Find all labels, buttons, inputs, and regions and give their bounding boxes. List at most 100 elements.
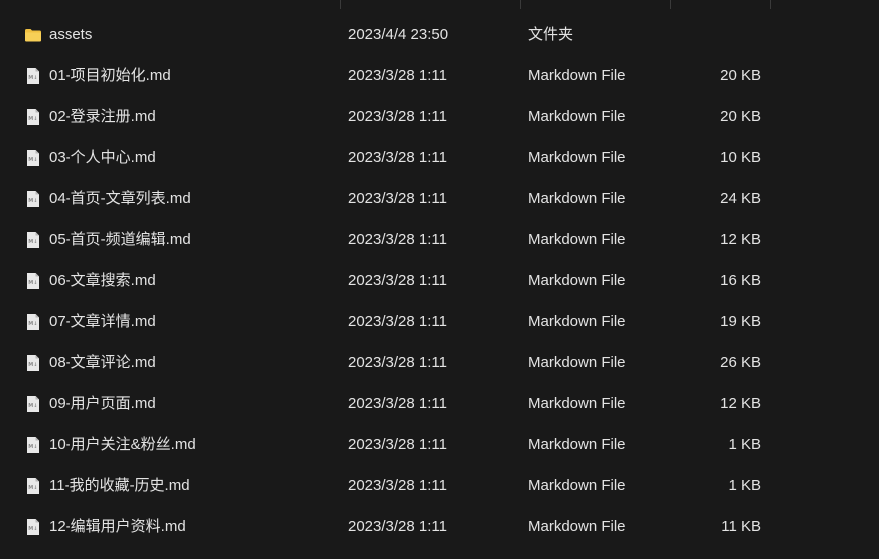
markdown-file-icon: M↓ — [24, 231, 42, 249]
svg-text:M↓: M↓ — [28, 444, 37, 450]
file-row[interactable]: M↓ 09-用户页面.md 2023/3/28 1:11 Markdown Fi… — [0, 383, 879, 424]
file-size: 10 KB — [720, 149, 761, 166]
file-name: 09-用户页面.md — [49, 395, 156, 412]
file-row[interactable]: M↓ 11-我的收藏-历史.md 2023/3/28 1:11 Markdown… — [0, 465, 879, 506]
file-type: Markdown File — [528, 477, 626, 494]
file-name: 01-项目初始化.md — [49, 67, 171, 84]
file-row[interactable]: M↓ 12-编辑用户资料.md 2023/3/28 1:11 Markdown … — [0, 506, 879, 547]
date-modified: 2023/3/28 1:11 — [348, 354, 447, 371]
file-row[interactable]: M↓ 05-首页-频道编辑.md 2023/3/28 1:11 Markdown… — [0, 219, 879, 260]
file-size — [670, 14, 761, 55]
file-type: Markdown File — [528, 518, 626, 535]
date-modified: 2023/3/28 1:11 — [348, 67, 447, 84]
file-name: 06-文章搜索.md — [49, 272, 156, 289]
file-row[interactable]: M↓ 10-用户关注&粉丝.md 2023/3/28 1:11 Markdown… — [0, 424, 879, 465]
file-row[interactable]: M↓ 08-文章评论.md 2023/3/28 1:11 Markdown Fi… — [0, 342, 879, 383]
file-name: 02-登录注册.md — [49, 108, 156, 125]
markdown-file-icon: M↓ — [24, 436, 42, 454]
name-cell: M↓ 12-编辑用户资料.md — [24, 506, 334, 547]
file-row[interactable]: M↓ 01-项目初始化.md 2023/3/28 1:11 Markdown F… — [0, 55, 879, 96]
svg-text:M↓: M↓ — [28, 198, 37, 204]
date-modified: 2023/3/28 1:11 — [348, 518, 447, 535]
file-size: 1 KB — [728, 477, 761, 494]
markdown-file-icon: M↓ — [24, 149, 42, 167]
file-name: 11-我的收藏-历史.md — [49, 477, 190, 494]
markdown-file-icon: M↓ — [24, 272, 42, 290]
file-size: 20 KB — [720, 67, 761, 84]
markdown-file-icon: M↓ — [24, 190, 42, 208]
file-type: Markdown File — [528, 313, 626, 330]
file-row[interactable]: M↓ 07-文章详情.md 2023/3/28 1:11 Markdown Fi… — [0, 301, 879, 342]
file-type: Markdown File — [528, 108, 626, 125]
file-row[interactable]: M↓ 06-文章搜索.md 2023/3/28 1:11 Markdown Fi… — [0, 260, 879, 301]
svg-text:M↓: M↓ — [28, 239, 37, 245]
markdown-file-icon: M↓ — [24, 108, 42, 126]
file-type: Markdown File — [528, 272, 626, 289]
file-row[interactable]: M↓ 02-登录注册.md 2023/3/28 1:11 Markdown Fi… — [0, 96, 879, 137]
file-name: 10-用户关注&粉丝.md — [49, 436, 196, 453]
markdown-file-icon: M↓ — [24, 67, 42, 85]
name-cell: M↓ 02-登录注册.md — [24, 96, 334, 137]
date-modified: 2023/3/28 1:11 — [348, 190, 447, 207]
file-size: 1 KB — [728, 436, 761, 453]
date-modified: 2023/4/4 23:50 — [348, 26, 449, 43]
svg-text:M↓: M↓ — [28, 280, 37, 286]
markdown-file-icon: M↓ — [24, 354, 42, 372]
name-cell: M↓ 08-文章评论.md — [24, 342, 334, 383]
file-type: Markdown File — [528, 190, 626, 207]
file-name: 04-首页-文章列表.md — [49, 190, 191, 207]
svg-text:M↓: M↓ — [28, 403, 37, 409]
date-modified: 2023/3/28 1:11 — [348, 436, 447, 453]
file-size: 12 KB — [720, 395, 761, 412]
file-size: 24 KB — [720, 190, 761, 207]
column-divider[interactable] — [520, 0, 521, 9]
name-cell: assets — [24, 14, 334, 55]
markdown-file-icon: M↓ — [24, 518, 42, 536]
file-type: Markdown File — [528, 231, 626, 248]
svg-text:M↓: M↓ — [28, 157, 37, 163]
file-type: Markdown File — [528, 436, 626, 453]
file-list: assets 2023/4/4 23:50 文件夹 M↓ 01-项目初始化.md… — [0, 14, 879, 547]
name-cell: M↓ 06-文章搜索.md — [24, 260, 334, 301]
name-cell: M↓ 04-首页-文章列表.md — [24, 178, 334, 219]
file-name: 08-文章评论.md — [49, 354, 156, 371]
name-cell: M↓ 05-首页-频道编辑.md — [24, 219, 334, 260]
folder-icon — [24, 26, 42, 44]
date-modified: 2023/3/28 1:11 — [348, 313, 447, 330]
markdown-file-icon: M↓ — [24, 477, 42, 495]
file-row[interactable]: assets 2023/4/4 23:50 文件夹 — [0, 14, 879, 55]
file-size: 19 KB — [720, 313, 761, 330]
date-modified: 2023/3/28 1:11 — [348, 477, 447, 494]
file-name: 05-首页-频道编辑.md — [49, 231, 191, 248]
file-row[interactable]: M↓ 03-个人中心.md 2023/3/28 1:11 Markdown Fi… — [0, 137, 879, 178]
file-name: 07-文章详情.md — [49, 313, 156, 330]
markdown-file-icon: M↓ — [24, 313, 42, 331]
file-type: Markdown File — [528, 149, 626, 166]
file-size: 12 KB — [720, 231, 761, 248]
date-modified: 2023/3/28 1:11 — [348, 231, 447, 248]
file-name: assets — [49, 26, 93, 43]
name-cell: M↓ 09-用户页面.md — [24, 383, 334, 424]
file-name: 12-编辑用户资料.md — [49, 518, 186, 535]
file-type: Markdown File — [528, 395, 626, 412]
svg-text:M↓: M↓ — [28, 526, 37, 532]
name-cell: M↓ 01-项目初始化.md — [24, 55, 334, 96]
name-cell: M↓ 07-文章详情.md — [24, 301, 334, 342]
file-type: 文件夹 — [528, 26, 574, 43]
date-modified: 2023/3/28 1:11 — [348, 395, 447, 412]
column-divider[interactable] — [670, 0, 671, 9]
column-divider[interactable] — [340, 0, 341, 9]
file-size: 11 KB — [721, 518, 761, 535]
name-cell: M↓ 10-用户关注&粉丝.md — [24, 424, 334, 465]
markdown-file-icon: M↓ — [24, 395, 42, 413]
svg-text:M↓: M↓ — [28, 485, 37, 491]
file-type: Markdown File — [528, 354, 626, 371]
svg-text:M↓: M↓ — [28, 321, 37, 327]
column-divider[interactable] — [770, 0, 771, 9]
file-row[interactable]: M↓ 04-首页-文章列表.md 2023/3/28 1:11 Markdown… — [0, 178, 879, 219]
file-explorer: assets 2023/4/4 23:50 文件夹 M↓ 01-项目初始化.md… — [0, 0, 879, 559]
svg-text:M↓: M↓ — [28, 75, 37, 81]
name-cell: M↓ 11-我的收藏-历史.md — [24, 465, 334, 506]
name-cell: M↓ 03-个人中心.md — [24, 137, 334, 178]
file-size: 16 KB — [720, 272, 761, 289]
